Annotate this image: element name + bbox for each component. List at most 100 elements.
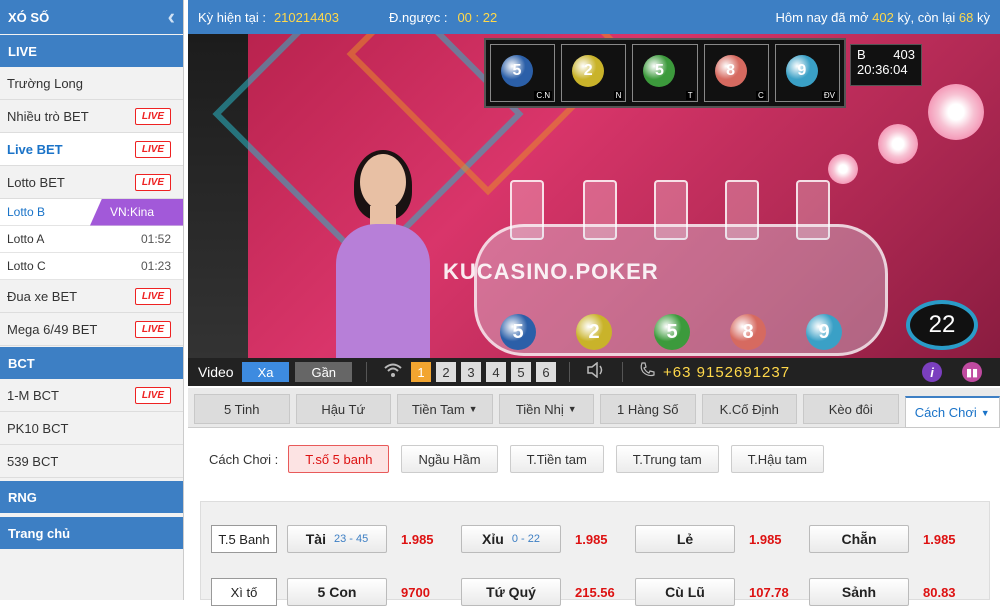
channel-button[interactable]: 6: [536, 362, 556, 382]
collapse-chevron-icon[interactable]: ‹: [168, 6, 175, 28]
video-label: Video: [198, 364, 234, 380]
sidebar-item-pk10-bct[interactable]: PK10 BCT: [0, 412, 183, 445]
tab-k-co-dinh[interactable]: K.Cố Định: [702, 394, 798, 424]
sidebar-section-bct[interactable]: BCT: [0, 347, 183, 379]
bet-button-chan[interactable]: Chẵn: [809, 525, 909, 553]
tab-tien-nhi[interactable]: Tiền Nhị▼: [499, 394, 595, 424]
bet-range: 23 - 45: [334, 533, 368, 545]
tab-1-hang-so[interactable]: 1 Hàng Số: [600, 394, 696, 424]
wifi-icon[interactable]: [383, 362, 403, 383]
sidebar-item-1m-bct[interactable]: 1-M BCT LIVE: [0, 379, 183, 412]
play-mode-option[interactable]: T.Tiền tam: [510, 445, 604, 473]
live-badge-icon: LIVE: [135, 174, 171, 191]
bet-button-tai[interactable]: Tài23 - 45: [287, 525, 387, 553]
sidebar-item-539-bct[interactable]: 539 BCT: [0, 445, 183, 478]
sidebar-section-live[interactable]: LIVE: [0, 35, 183, 67]
monitor-label: N: [614, 91, 624, 100]
bet-button-le[interactable]: Lẻ: [635, 525, 735, 553]
play-mode-option[interactable]: T.Trung tam: [616, 445, 719, 473]
sidebar-item-label: Đua xe BET: [7, 289, 77, 304]
channel-button[interactable]: 4: [486, 362, 506, 382]
bet-option: Sảnh 80.83: [809, 578, 983, 606]
sidebar-item-lotto-bet[interactable]: Lotto BET LIVE: [0, 166, 183, 199]
sidebar-item-label: Nhiều trò BET: [7, 109, 89, 124]
bet-option: Tài23 - 45 1.985: [287, 525, 461, 553]
sidebar-section-home[interactable]: Trang chủ: [0, 517, 183, 549]
bet-option: 5 Con 9700: [287, 578, 461, 606]
sidebar-item-nhieu-tro-bet[interactable]: Nhiều trò BET LIVE: [0, 100, 183, 133]
bet-option: Cù Lũ 107.78: [635, 578, 809, 606]
tab-label: Kèo đôi: [829, 402, 873, 417]
dropdown-caret-icon: ▼: [981, 408, 990, 418]
bet-row: T.5 Banh Tài23 - 45 1.985 Xỉu0 - 22 1.98…: [211, 525, 983, 553]
sidebar-title: XÓ SỐ: [8, 10, 49, 25]
tab-label: K.Cố Định: [720, 402, 779, 417]
play-mode-option[interactable]: Ngầu Hầm: [401, 445, 497, 473]
tab-label: 1 Hàng Số: [617, 402, 678, 417]
live-badge-icon: LIVE: [135, 387, 171, 404]
bet-button-sanh[interactable]: Sảnh: [809, 578, 909, 606]
dropdown-caret-icon: ▼: [568, 404, 577, 414]
bet-button-tu-quy[interactable]: Tứ Quý: [461, 578, 561, 606]
sidebar-subitem-timer: 01:52: [141, 232, 171, 246]
info-icon[interactable]: i: [922, 362, 942, 382]
bet-option: Tứ Quý 215.56: [461, 578, 635, 606]
sidebar-subitem-lotto-a[interactable]: Lotto A 01:52: [0, 226, 183, 253]
bet-odds: 1.985: [561, 532, 635, 547]
sidebar-subitem-lotto-c[interactable]: Lotto C 01:23: [0, 253, 183, 280]
bet-name: Lẻ: [677, 531, 693, 547]
sidebar-section-rng[interactable]: RNG: [0, 481, 183, 513]
monitor-ball: 9: [786, 55, 818, 87]
speaker-icon[interactable]: [586, 362, 606, 383]
bet-name: Chẵn: [842, 531, 877, 547]
today-suffix: kỳ: [977, 10, 990, 25]
sidebar-item-label: Mega 6/49 BET: [7, 322, 97, 337]
round-code: B: [857, 47, 866, 62]
play-mode-option[interactable]: T.Hậu tam: [731, 445, 824, 473]
result-ball: 8: [730, 314, 766, 350]
divider: [569, 362, 570, 382]
sidebar-item-dua-xe-bet[interactable]: Đua xe BET LIVE: [0, 280, 183, 313]
sidebar-item-live-bet[interactable]: Live BET LIVE: [0, 133, 183, 166]
countdown-timer: 22: [906, 300, 978, 350]
monitor-ball: 8: [715, 55, 747, 87]
view-near-button[interactable]: Gần: [295, 362, 352, 382]
bet-button-xiu[interactable]: Xỉu0 - 22: [461, 525, 561, 553]
tab-keo-doi[interactable]: Kèo đôi: [803, 394, 899, 424]
tab-tien-tam[interactable]: Tiền Tam▼: [397, 394, 493, 424]
sidebar-item-truong-long[interactable]: Trường Long: [0, 67, 183, 100]
monitor-ball: 2: [572, 55, 604, 87]
monitor-label: C.N: [534, 91, 552, 100]
channel-button[interactable]: 1: [411, 362, 431, 382]
bet-odds: 1.985: [909, 532, 983, 547]
live-badge-icon: LIVE: [135, 321, 171, 338]
bet-range: 0 - 22: [512, 533, 540, 545]
live-video-stream[interactable]: KUCASINO.POKER 5 2 5 8 9 5 C.N 2 N 5 T 8…: [188, 34, 1000, 358]
sidebar-item-mega-bet[interactable]: Mega 6/49 BET LIVE: [0, 313, 183, 346]
result-ball: 2: [576, 314, 612, 350]
bet-button-cu-lu[interactable]: Cù Lũ: [635, 578, 735, 606]
result-ball: 5: [654, 314, 690, 350]
video-controls: Video Xa Gần 1 2 3 4 5 6 +63 9152691237 …: [188, 358, 1000, 386]
sidebar-item-label: 539 BCT: [7, 454, 58, 469]
bet-button-5-con[interactable]: 5 Con: [287, 578, 387, 606]
sidebar-subitem-lotto-b[interactable]: Lotto B VN:Kina: [0, 199, 183, 226]
channel-button[interactable]: 2: [436, 362, 456, 382]
view-far-button[interactable]: Xa: [242, 362, 290, 382]
camera-monitor: 5 T: [632, 44, 697, 102]
play-mode-row: Cách Chơi : T.số 5 banh Ngầu Hầm T.Tiền …: [188, 429, 1000, 489]
play-mode-option[interactable]: T.số 5 banh: [288, 445, 389, 473]
channel-button[interactable]: 3: [461, 362, 481, 382]
channel-button[interactable]: 5: [511, 362, 531, 382]
bet-row-label: Xì tố: [211, 578, 277, 606]
phone-icon: [639, 362, 655, 383]
bet-odds: 9700: [387, 585, 461, 600]
tab-label: Cách Chơi: [915, 405, 977, 420]
period-value: 210214403: [274, 10, 339, 25]
tab-cach-choi[interactable]: Cách Chơi ▼: [905, 396, 1000, 428]
tab-hau-tu[interactable]: Hậu Tứ: [296, 394, 392, 424]
camera-monitor-panel: 5 C.N 2 N 5 T 8 C 9 ĐV: [484, 38, 846, 108]
tab-5-tinh[interactable]: 5 Tinh: [194, 394, 290, 424]
flower-decoration: [928, 84, 984, 140]
statistics-icon[interactable]: ▮▮: [962, 362, 982, 382]
